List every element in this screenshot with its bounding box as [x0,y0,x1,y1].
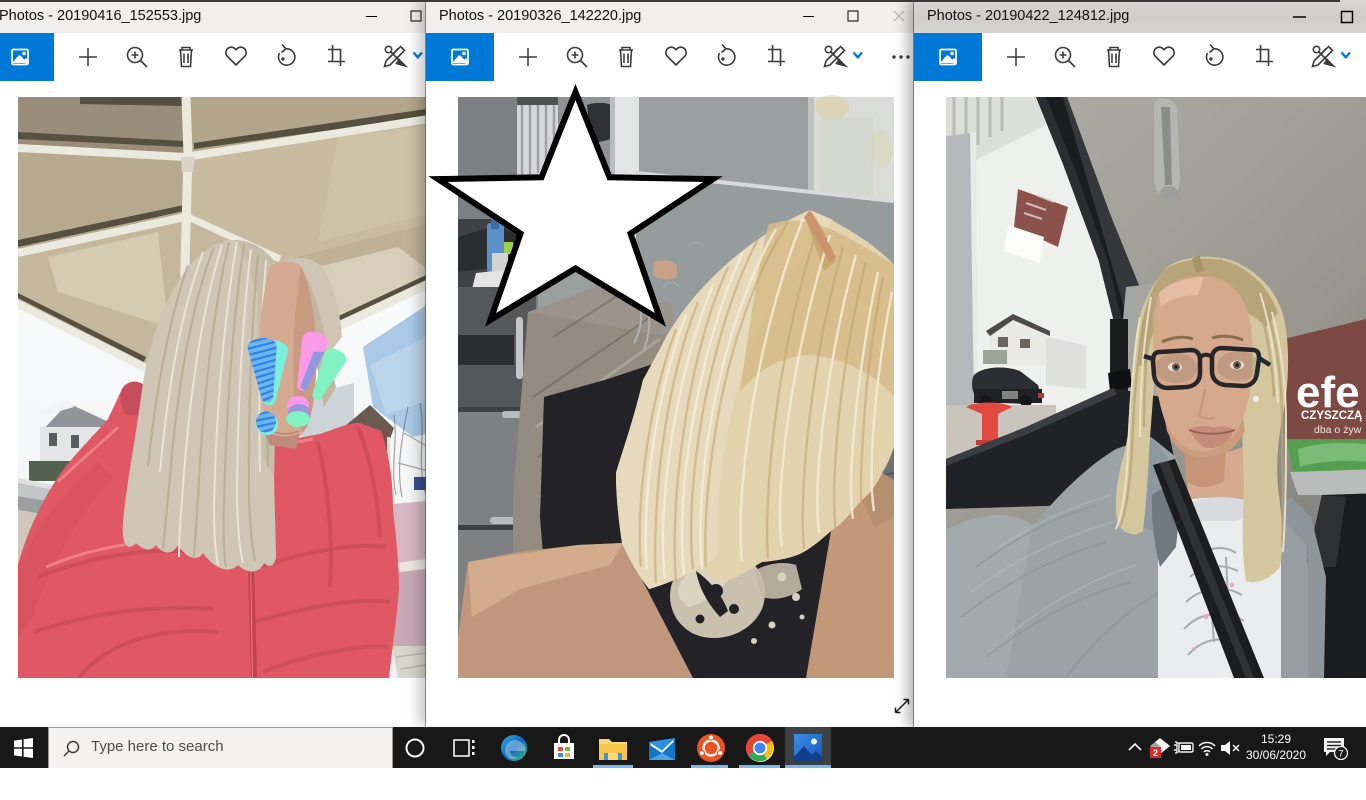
svg-text:CZYSZCZĄ: CZYSZCZĄ [1301,410,1362,422]
svg-text:7: 7 [1338,749,1343,760]
svg-text:dba o żyw: dba o żyw [1314,424,1362,436]
svg-text:2: 2 [1153,748,1158,758]
